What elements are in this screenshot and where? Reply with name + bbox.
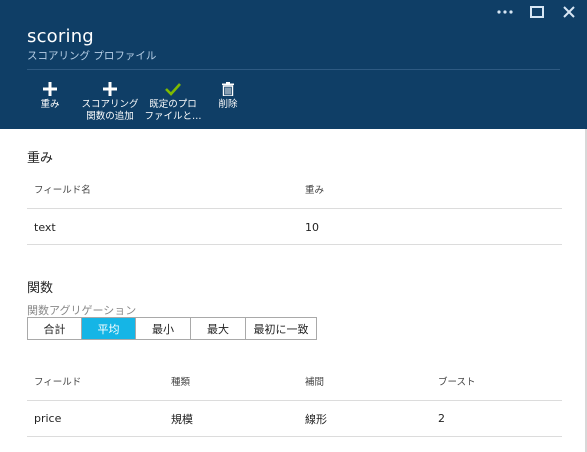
functions-header-divider — [27, 400, 562, 401]
functions-row-divider — [27, 436, 562, 437]
window-controls — [497, 4, 577, 20]
weights-row-weight: 10 — [305, 221, 319, 234]
set-default-profile-button[interactable]: 既定のプロ ファイルと… — [143, 80, 203, 123]
default-profile-label-line2: ファイルと… — [144, 111, 202, 122]
header-divider — [27, 69, 560, 70]
add-function-label-line2: 関数の追加 — [86, 111, 134, 122]
command-bar: 重み スコアリング 関数の追加 既定のプロ ファイルと… 削除 — [40, 80, 245, 123]
weights-heading: 重み — [27, 151, 54, 166]
function-row-type: 規模 — [171, 413, 193, 426]
function-row-boost: 2 — [438, 412, 445, 425]
maximize-icon[interactable] — [529, 4, 545, 20]
functions-col-boost: ブースト — [438, 377, 476, 388]
add-function-label-line1: スコアリング — [81, 99, 139, 110]
aggregation-option-first-match[interactable]: 最初に一致 — [246, 318, 316, 339]
plus-icon — [41, 80, 59, 98]
function-row-interpolation: 線形 — [305, 413, 327, 426]
trash-icon — [219, 80, 237, 98]
weights-button-label: 重み — [40, 99, 60, 110]
functions-col-field: フィールド — [34, 377, 82, 388]
weights-col-field: フィールド名 — [34, 185, 91, 196]
aggregation-option-maximum[interactable]: 最大 — [191, 318, 246, 339]
ellipsis-icon[interactable] — [497, 4, 513, 20]
close-icon[interactable] — [561, 4, 577, 20]
aggregation-option-average[interactable]: 平均 — [82, 318, 136, 339]
weights-header-divider — [27, 208, 562, 209]
weights-row-field: text — [34, 221, 56, 234]
blade-title: scoring — [27, 26, 94, 47]
functions-heading: 関数 — [27, 281, 54, 296]
checkmark-icon — [164, 80, 182, 98]
weights-row-divider — [27, 244, 562, 245]
delete-button-label: 削除 — [218, 99, 238, 110]
default-profile-label-line1: 既定のプロ — [149, 99, 197, 110]
functions-col-interpolation: 補間 — [305, 377, 325, 388]
aggregation-segmented-control: 合計 平均 最小 最大 最初に一致 — [27, 317, 317, 340]
plus-icon — [101, 80, 119, 98]
weights-col-weight: 重み — [305, 185, 325, 196]
blade-subtitle: スコアリング プロファイル — [27, 50, 157, 62]
functions-col-type: 種類 — [171, 377, 191, 388]
weights-button[interactable]: 重み — [33, 80, 67, 123]
add-scoring-function-button[interactable]: スコアリング 関数の追加 — [77, 80, 143, 123]
aggregation-option-minimum[interactable]: 最小 — [136, 318, 191, 339]
aggregation-option-sum[interactable]: 合計 — [28, 318, 82, 339]
function-row-field: price — [34, 412, 62, 425]
delete-button[interactable]: 削除 — [211, 80, 245, 123]
blade-header: scoring スコアリング プロファイル 重み スコアリング 関数の追加 既定… — [0, 0, 587, 129]
aggregation-label: 関数アグリゲーション — [27, 304, 137, 317]
